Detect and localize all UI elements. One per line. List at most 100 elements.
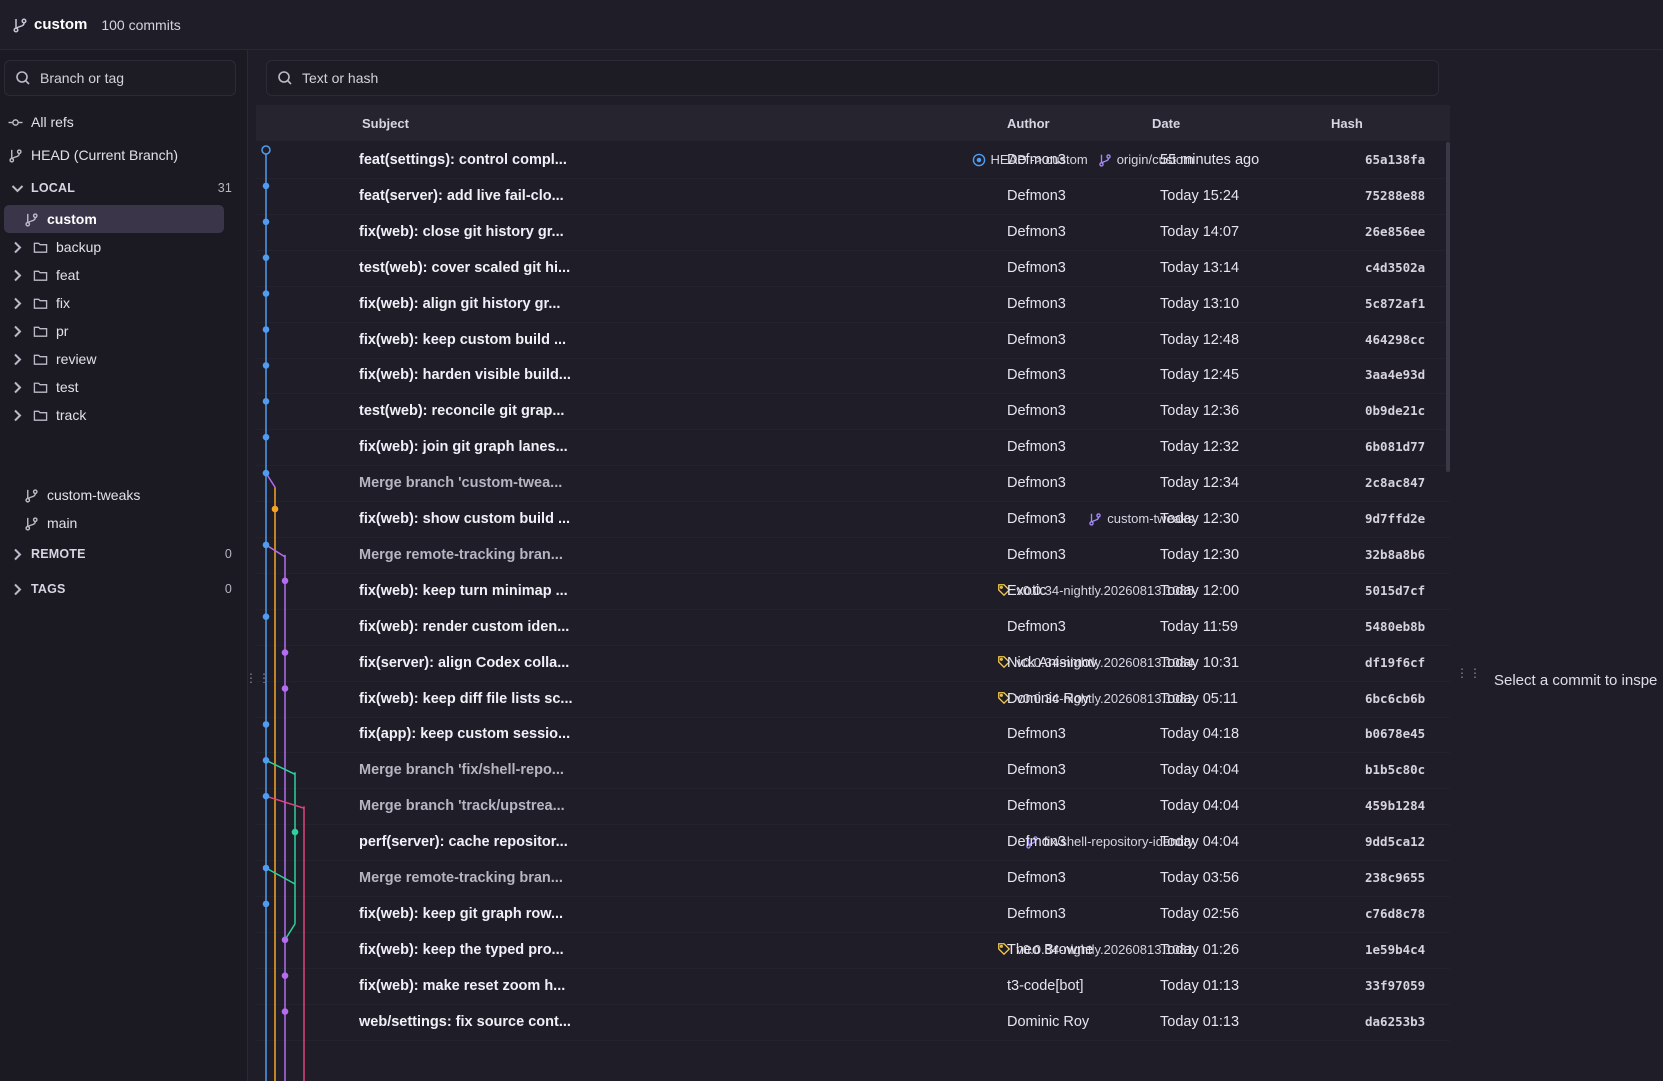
commit-hash: 9dd5ca12 [1365, 834, 1426, 850]
commit-date: Today 04:04 [1160, 762, 1240, 779]
graph-commit-dot[interactable] [262, 469, 270, 477]
commit-subject: fix(web): render custom iden... [359, 618, 570, 635]
commit-row[interactable]: Merge branch 'track/upstrea... Defmon3 Tod… [256, 788, 1450, 826]
graph-commit-dot[interactable] [262, 757, 270, 764]
graph-commit-dot[interactable] [281, 685, 289, 692]
commit-date: Today 13:10 [1160, 295, 1240, 312]
sidebar-folder-pr[interactable]: pr [4, 317, 238, 345]
folder-icon [33, 326, 48, 337]
graph-commit-dot[interactable] [262, 721, 270, 728]
graph-commit-dot[interactable] [291, 828, 299, 836]
section-local[interactable]: LOCAL 31 [4, 174, 238, 202]
graph-commit-dot[interactable] [281, 972, 289, 979]
commit-row[interactable]: fix(web): make reset zoom h... t3-code[bo… [256, 968, 1450, 1005]
sidebar-folder-fix[interactable]: fix [4, 289, 238, 317]
commit-row[interactable]: Merge branch 'fix/shell-repo... Defmon3 To… [256, 752, 1450, 790]
commit-row[interactable]: feat(server): add live fail-clo... Defmon… [256, 178, 1450, 215]
commit-row[interactable]: fix(web): render custom iden... Defmon3 To… [256, 609, 1450, 646]
graph-commit-dot[interactable] [262, 613, 270, 620]
sidebar-folder-review[interactable]: review [4, 345, 238, 373]
graph-commit-dot[interactable] [262, 864, 270, 872]
graph-commit-dot[interactable] [262, 398, 270, 405]
section-tags[interactable]: TAGS 0 [4, 575, 238, 603]
commit-row[interactable]: test(web): reconcile git grap... Defmon3 T… [256, 393, 1450, 431]
graph-commit-dot[interactable] [271, 505, 279, 513]
commit-list-scrollbar[interactable] [1446, 142, 1450, 472]
graph-commit-dot[interactable] [262, 362, 270, 369]
commit-row[interactable]: fix(web): close git history gr... Defmon3… [256, 214, 1450, 251]
commit-row[interactable]: fix(web): join git graph lanes... Defmon3… [256, 429, 1450, 467]
commit-author: Exotic [1007, 582, 1047, 599]
graph-commit-dot[interactable] [281, 936, 289, 944]
graph-commit-dot[interactable] [281, 1008, 289, 1015]
section-label: LOCAL [31, 181, 76, 195]
detail-resize-handle[interactable]: ⋮⋮ [1456, 667, 1482, 679]
sidebar-item-main[interactable]: main [4, 509, 238, 537]
commit-row[interactable]: Merge remote-tracking bran... Defmon3 Toda… [256, 860, 1450, 897]
sidebar-folder-feat[interactable]: feat [4, 261, 238, 289]
section-remote[interactable]: REMOTE 0 [4, 540, 238, 568]
commit-search-box[interactable] [266, 60, 1439, 96]
commit-row[interactable]: fix(web): keep diff file lists sc... v0.0… [256, 681, 1450, 718]
commit-row[interactable]: test(web): cover scaled git hi... Defmon3… [256, 250, 1450, 287]
commit-row[interactable]: fix(web): align git history gr... Defmon3… [256, 286, 1450, 323]
sidebar-item-label: HEAD (Current Branch) [31, 147, 179, 163]
git-branch-icon [1089, 512, 1102, 526]
commit-row[interactable]: fix(web): harden visible build... Defmon3… [256, 357, 1450, 395]
commit-subject: fix(web): show custom build ... [359, 511, 571, 527]
commit-row[interactable]: fix(server): align Codex colla... v0.0.34… [256, 645, 1450, 682]
commit-subject: feat(settings): control compl... [359, 152, 567, 168]
commit-row[interactable]: feat(settings): control compl... HEAD -> … [256, 142, 1450, 179]
branch-search-input[interactable] [40, 70, 235, 86]
column-header-hash[interactable]: Hash [1331, 116, 1363, 131]
graph-commit-dot[interactable] [262, 433, 270, 441]
commit-row[interactable]: fix(web): show custom build ... custom-tw… [256, 501, 1450, 538]
sidebar-folder-track[interactable]: track [4, 401, 238, 429]
column-header-subject[interactable]: Subject [362, 116, 409, 131]
column-header-date[interactable]: Date [1152, 116, 1180, 131]
graph-commit-dot[interactable] [262, 541, 270, 549]
branch-search-box[interactable] [4, 60, 236, 96]
sidebar-item-head[interactable]: HEAD (Current Branch) [4, 141, 238, 169]
commit-author: Nick Anisimov [1007, 654, 1098, 671]
graph-commit-dot[interactable] [262, 290, 270, 297]
sidebar-item-custom-tweaks[interactable]: custom-tweaks [4, 481, 238, 509]
commit-author: Defmon3 [1007, 403, 1066, 420]
graph-commit-dot[interactable] [262, 326, 270, 333]
sidebar-item-custom[interactable]: custom [4, 205, 224, 233]
commit-row[interactable]: Merge remote-tracking bran... Defmon3 Toda… [256, 537, 1450, 574]
graph-commit-dot[interactable] [262, 900, 270, 908]
graph-commit-dot[interactable] [261, 145, 271, 155]
commit-row[interactable]: fix(web): keep git graph row... Defmon3 To… [256, 896, 1450, 933]
chevron-right-icon [14, 409, 22, 421]
commit-hash: 9d7ffd2e [1365, 511, 1426, 526]
commit-search-input[interactable] [302, 70, 1438, 86]
search-icon [278, 71, 292, 85]
commit-author: Defmon3 [1007, 187, 1066, 204]
graph-commit-dot[interactable] [281, 577, 289, 585]
sidebar-folder-backup[interactable]: backup [4, 233, 238, 261]
graph-commit-dot[interactable] [281, 649, 289, 656]
search-icon [16, 71, 30, 85]
commit-row[interactable]: Merge branch 'custom-twea... Defmon3 Today… [256, 465, 1450, 503]
graph-commit-dot[interactable] [262, 218, 270, 226]
detail-empty-state: Select a commit to inspe [1494, 672, 1658, 689]
commit-hash: 26e856ee [1365, 223, 1426, 239]
chevron-down-icon [11, 184, 24, 192]
commit-row[interactable]: fix(app): keep custom sessio... Defmon3 To… [256, 716, 1450, 754]
sidebar-folder-test[interactable]: test [4, 373, 238, 401]
column-header-author[interactable]: Author [1007, 116, 1050, 131]
commit-row[interactable]: web/settings: fix source cont... Dominic … [256, 1004, 1450, 1041]
commit-hash: 3aa4e93d [1365, 367, 1426, 383]
commit-author: Defmon3 [1007, 511, 1066, 527]
sidebar-item-all-refs[interactable]: All refs [4, 108, 238, 136]
graph-commit-dot[interactable] [262, 792, 270, 800]
commit-row[interactable]: perf(server): cache repositor... fix/shel… [256, 824, 1450, 862]
commit-row[interactable]: fix(web): keep the typed pro... v0.0.34-n… [256, 932, 1450, 969]
commit-row[interactable]: fix(web): keep custom build ... Defmon3 To… [256, 322, 1450, 359]
graph-commit-dot[interactable] [262, 182, 270, 190]
graph-commit-dot[interactable] [262, 254, 270, 261]
commit-date: Today 12:48 [1160, 331, 1240, 348]
commit-row[interactable]: fix(web): keep turn minimap ... v0.0.34-n… [256, 573, 1450, 610]
commit-hash: da6253b3 [1365, 1013, 1426, 1029]
